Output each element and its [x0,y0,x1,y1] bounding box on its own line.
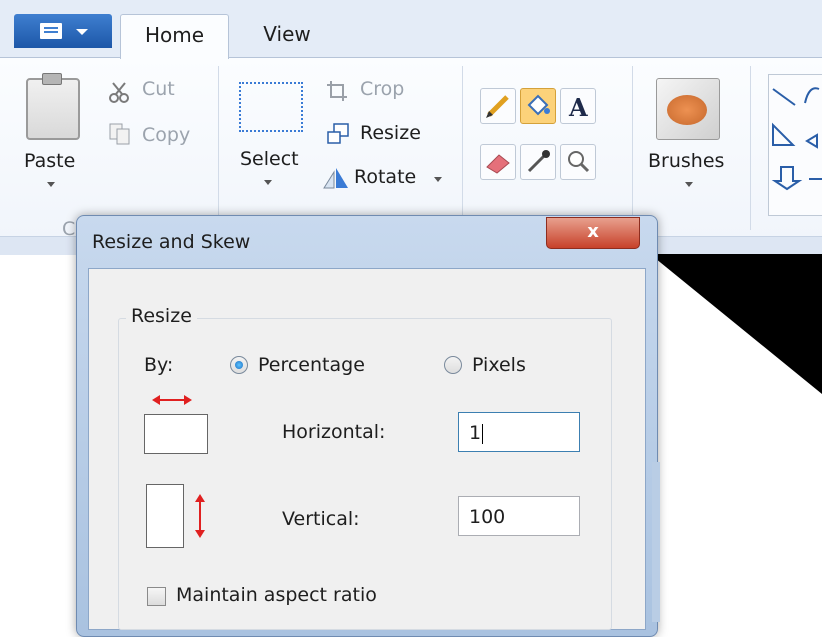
brushes-dropdown-arrow[interactable] [685,182,693,187]
rotate-dropdown-arrow[interactable] [434,177,442,182]
paint-menu-button[interactable] [14,14,112,48]
paint-bucket-icon [527,94,550,116]
brushes-button[interactable]: Brushes [648,150,724,172]
magnifier-icon [568,151,590,173]
shapes-gallery[interactable] [768,74,822,216]
vertical-preview-icon [146,484,184,548]
vertical-label: Vertical: [282,508,360,530]
crop-icon [327,81,347,101]
vertical-input[interactable]: 100 [458,496,580,536]
select-icon[interactable] [239,82,303,132]
resize-icon [327,123,349,144]
paste-dropdown-arrow[interactable] [47,182,55,187]
by-label: By: [144,354,174,376]
pencil-tool[interactable] [480,88,516,124]
brushes-icon[interactable] [656,78,720,140]
copy-button[interactable]: Copy [142,124,190,146]
text-icon: A [568,93,588,122]
vertical-arrow-icon [195,494,205,538]
text-tool[interactable]: A [560,88,596,124]
group-separator [750,66,751,230]
eyedropper-icon [527,150,550,173]
dialog-title: Resize and Skew [92,231,251,253]
text-caret [482,423,484,444]
eraser-tool[interactable] [480,144,516,180]
pixels-radio[interactable] [444,356,462,374]
cut-button[interactable]: Cut [142,78,175,100]
rotate-icon [323,168,348,189]
eraser-icon [486,154,510,174]
pixels-label[interactable]: Pixels [472,354,526,376]
canvas-triangle [650,254,822,394]
horizontal-value: 1 [469,422,482,444]
paste-button[interactable]: Paste [24,150,75,172]
svg-text:A: A [568,93,588,122]
pencil-icon [486,95,509,118]
resize-button[interactable]: Resize [360,122,421,144]
rotate-button[interactable]: Rotate [354,166,416,188]
group-separator [218,66,219,230]
scissors-icon [109,82,129,103]
resize-group-legend: Resize [126,305,197,327]
close-button[interactable]: x [546,217,640,249]
scrollbar[interactable] [652,462,660,622]
percentage-radio[interactable] [230,356,248,374]
clipboard-group-label: C [62,218,76,240]
select-button[interactable]: Select [240,148,299,170]
group-separator [632,66,633,230]
select-dropdown-arrow[interactable] [264,180,272,185]
magnifier-tool[interactable] [560,144,596,180]
maintain-aspect-label[interactable]: Maintain aspect ratio [176,584,377,606]
color-picker-tool[interactable] [520,144,556,180]
group-separator [462,66,463,230]
close-icon: x [587,221,599,242]
fill-tool[interactable] [520,88,556,124]
horizontal-preview-icon [144,414,208,454]
copy-icon [109,123,130,145]
maintain-aspect-checkbox[interactable] [147,587,166,606]
chevron-down-icon [76,29,88,35]
tab-home[interactable]: Home [120,14,229,59]
vertical-value: 100 [469,506,506,528]
horizontal-arrow-icon [152,395,192,405]
shapes-icons [771,87,822,191]
percentage-label[interactable]: Percentage [258,354,365,376]
clipboard-icon[interactable] [26,73,80,140]
horizontal-input[interactable]: 1 [458,412,580,452]
crop-button[interactable]: Crop [360,78,404,100]
document-icon [40,23,62,39]
horizontal-label: Horizontal: [282,421,386,443]
tab-view[interactable]: View [247,14,327,58]
